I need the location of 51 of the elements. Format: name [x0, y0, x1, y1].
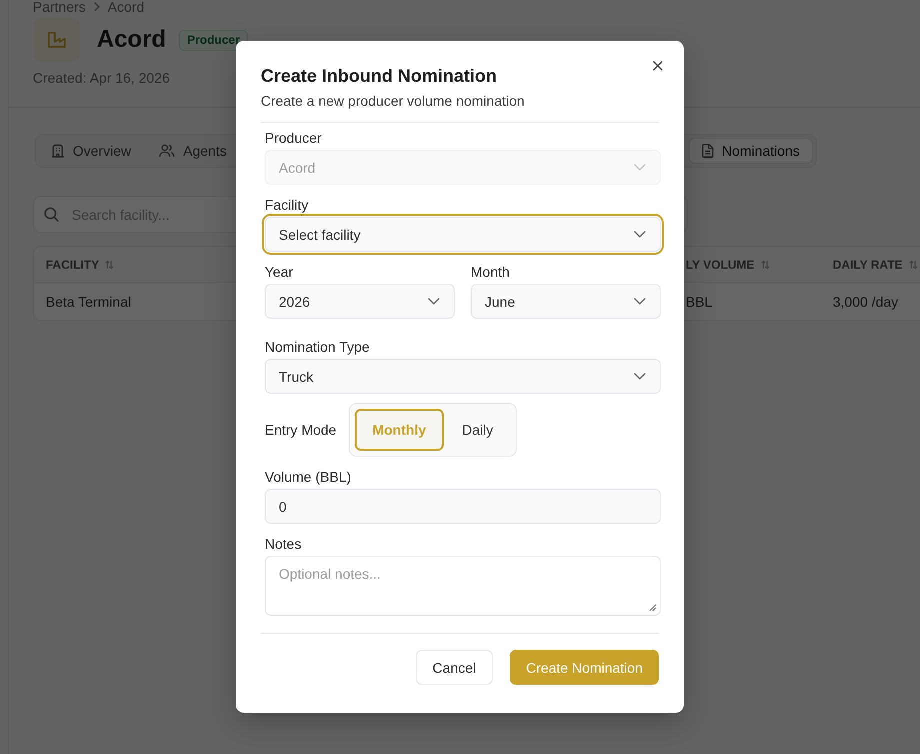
field-label: Year — [265, 263, 294, 282]
tab[interactable]: Agents — [147, 138, 239, 164]
table-cell: 3,000 /day — [833, 294, 898, 310]
field-label: Notes — [265, 535, 303, 554]
field-label: Volume (BBL) — [265, 468, 352, 487]
search-icon — [44, 207, 59, 222]
notes-textarea[interactable]: Optional notes... — [265, 556, 661, 616]
chevron-down-icon — [634, 164, 646, 171]
breadcrumb-current: Acord — [108, 0, 144, 14]
field-label: Facility — [265, 196, 310, 215]
segment-option[interactable]: Daily — [444, 409, 512, 451]
column-header[interactable]: FACILITY — [46, 258, 114, 272]
chevron-down-icon — [634, 231, 646, 238]
select-field[interactable]: Select facility — [265, 217, 661, 252]
tab[interactable]: Overview — [39, 138, 144, 164]
breadcrumb-link[interactable]: Partners — [33, 0, 86, 14]
partner-name: Acord — [97, 26, 166, 54]
dialog-title: Create Inbound Nomination — [261, 65, 497, 88]
table-cell: Beta Terminal — [46, 294, 132, 310]
document-icon — [702, 144, 714, 158]
chevron-down-icon — [634, 373, 646, 380]
column-header[interactable]: LY VOLUME — [686, 258, 770, 272]
submit-button[interactable]: Create Nomination — [510, 650, 659, 685]
segment-option[interactable]: Monthly — [354, 409, 444, 451]
field-label: Entry Mode — [265, 421, 337, 440]
factory-icon — [33, 18, 80, 62]
close-icon[interactable] — [653, 61, 663, 71]
cancel-button[interactable]: Cancel — [416, 650, 494, 685]
column-header[interactable]: DAILY RATE — [833, 258, 918, 272]
chevron-down-icon — [634, 298, 646, 305]
select-field[interactable]: June — [471, 284, 661, 319]
building-icon — [51, 144, 65, 158]
select-field[interactable]: Truck — [265, 359, 661, 394]
dialog-subtitle: Create a new producer volume nomination — [261, 92, 526, 111]
sort-icon — [760, 260, 770, 270]
role-badge: Producer — [179, 30, 248, 50]
created-date: Created: Apr 16, 2026 — [33, 69, 170, 88]
tab[interactable]: Nominations — [689, 138, 813, 164]
chevron-down-icon — [428, 298, 440, 305]
field-label: Producer — [265, 129, 323, 148]
field-label: Nomination Type — [265, 338, 371, 357]
table-cell: BBL — [686, 294, 712, 310]
resize-grip-icon — [649, 604, 657, 612]
sort-icon — [105, 260, 114, 270]
users-icon — [159, 144, 176, 158]
sort-icon — [908, 260, 918, 270]
chevron-right-icon — [94, 2, 100, 12]
select-field[interactable]: 2026 — [265, 284, 455, 319]
field-label: Month — [471, 263, 511, 282]
number-input[interactable]: 0 — [265, 489, 661, 524]
select-field: Acord — [265, 150, 661, 185]
